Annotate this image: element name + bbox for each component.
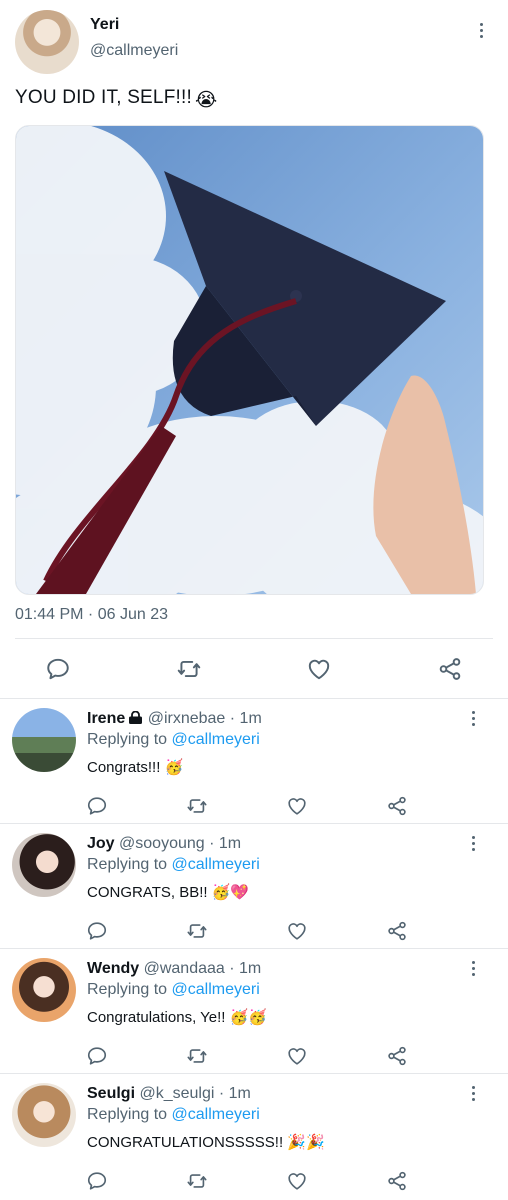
more-vertical-icon[interactable] bbox=[463, 1083, 483, 1107]
avatar[interactable] bbox=[12, 833, 76, 897]
divider bbox=[0, 823, 508, 824]
like-icon[interactable] bbox=[286, 795, 308, 817]
tweet-image[interactable] bbox=[15, 125, 484, 595]
retweet-icon[interactable] bbox=[186, 1170, 208, 1192]
reply-header: Wendy @wandaaa · 1m bbox=[87, 960, 261, 978]
share-icon[interactable] bbox=[386, 1170, 408, 1192]
reply-emoji: 🎉🎉 bbox=[287, 1134, 325, 1151]
reply-time: · 1m bbox=[229, 960, 262, 977]
reply-author-name[interactable]: Wendy bbox=[87, 960, 139, 977]
retweet-icon[interactable] bbox=[176, 656, 202, 682]
reply-handle[interactable]: @sooyoung bbox=[119, 835, 205, 852]
main-tweet: Yeri @callmeyeri YOU DID IT, SELF!!! 😭 0… bbox=[0, 0, 508, 700]
divider bbox=[0, 698, 508, 699]
reply-icon[interactable] bbox=[86, 920, 108, 942]
mention-link[interactable]: @callmeyeri bbox=[172, 856, 260, 873]
reply-author-name[interactable]: Seulgi bbox=[87, 1085, 135, 1102]
share-icon[interactable] bbox=[386, 795, 408, 817]
reply-time: · 1m bbox=[218, 1085, 251, 1102]
reply-header: Joy @sooyoung · 1m bbox=[87, 835, 241, 853]
reply-handle[interactable]: @wandaaa bbox=[144, 960, 225, 977]
like-icon[interactable] bbox=[306, 656, 332, 682]
share-icon[interactable] bbox=[437, 656, 463, 682]
author-name[interactable]: Yeri bbox=[90, 16, 119, 34]
replying-to: Replying to @callmeyeri bbox=[87, 981, 260, 998]
reply-emoji: 🥳 bbox=[164, 759, 184, 776]
reply-list: Irene @irxnebae · 1m Replying to @callme… bbox=[0, 700, 508, 1200]
tweet-timestamp: 01:44 PM · 06 Jun 23 bbox=[15, 606, 168, 623]
reply-text: Congratulations, Ye!! 🥳🥳 bbox=[87, 1009, 267, 1026]
reply-text: CONGRATULATIONSSSSS!! 🎉🎉 bbox=[87, 1134, 325, 1151]
retweet-icon[interactable] bbox=[186, 920, 208, 942]
more-vertical-icon[interactable] bbox=[463, 958, 483, 982]
author-avatar[interactable] bbox=[15, 10, 79, 74]
tweet-emoji: 😭 bbox=[194, 90, 218, 111]
author-handle[interactable]: @callmeyeri bbox=[90, 42, 178, 60]
reply-handle[interactable]: @k_seulgi bbox=[139, 1085, 214, 1102]
reply-icon[interactable] bbox=[45, 656, 71, 682]
reply-item[interactable]: Wendy @wandaaa · 1m Replying to @callmey… bbox=[0, 950, 508, 1075]
reply-header: Irene @irxnebae · 1m bbox=[87, 710, 262, 728]
mention-link[interactable]: @callmeyeri bbox=[172, 981, 260, 998]
tweet-text: YOU DID IT, SELF!!! 😭 bbox=[15, 87, 218, 111]
like-icon[interactable] bbox=[286, 1045, 308, 1067]
divider bbox=[15, 638, 493, 639]
like-icon[interactable] bbox=[286, 1170, 308, 1192]
reply-author-name[interactable]: Irene bbox=[87, 710, 125, 727]
reply-icon[interactable] bbox=[86, 1045, 108, 1067]
reply-author-name[interactable]: Joy bbox=[87, 835, 115, 852]
avatar[interactable] bbox=[12, 1083, 76, 1147]
reply-text: Congrats!!! 🥳 bbox=[87, 759, 184, 776]
reply-emoji: 🥳🥳 bbox=[229, 1009, 267, 1026]
avatar[interactable] bbox=[12, 958, 76, 1022]
reply-item[interactable]: Seulgi @k_seulgi · 1m Replying to @callm… bbox=[0, 1075, 508, 1200]
divider bbox=[0, 948, 508, 949]
reply-item[interactable]: Joy @sooyoung · 1m Replying to @callmeye… bbox=[0, 825, 508, 950]
share-icon[interactable] bbox=[386, 920, 408, 942]
reply-text: CONGRATS, BB!! 🥳💖 bbox=[87, 884, 250, 901]
more-vertical-icon[interactable] bbox=[463, 833, 483, 857]
retweet-icon[interactable] bbox=[186, 1045, 208, 1067]
lock-icon bbox=[129, 711, 143, 724]
retweet-icon[interactable] bbox=[186, 795, 208, 817]
replying-to: Replying to @callmeyeri bbox=[87, 731, 260, 748]
avatar[interactable] bbox=[12, 708, 76, 772]
reply-emoji: 🥳💖 bbox=[211, 884, 250, 901]
replying-to: Replying to @callmeyeri bbox=[87, 856, 260, 873]
reply-header: Seulgi @k_seulgi · 1m bbox=[87, 1085, 251, 1103]
reply-icon[interactable] bbox=[86, 795, 108, 817]
reply-time: · 1m bbox=[209, 835, 242, 852]
reply-item[interactable]: Irene @irxnebae · 1m Replying to @callme… bbox=[0, 700, 508, 825]
replying-to: Replying to @callmeyeri bbox=[87, 1106, 260, 1123]
more-vertical-icon[interactable] bbox=[471, 20, 491, 44]
mention-link[interactable]: @callmeyeri bbox=[172, 731, 260, 748]
like-icon[interactable] bbox=[286, 920, 308, 942]
reply-handle[interactable]: @irxnebae bbox=[148, 710, 226, 727]
divider bbox=[0, 1073, 508, 1074]
more-vertical-icon[interactable] bbox=[463, 708, 483, 732]
share-icon[interactable] bbox=[386, 1045, 408, 1067]
mention-link[interactable]: @callmeyeri bbox=[172, 1106, 260, 1123]
reply-time: · 1m bbox=[229, 710, 262, 727]
reply-icon[interactable] bbox=[86, 1170, 108, 1192]
